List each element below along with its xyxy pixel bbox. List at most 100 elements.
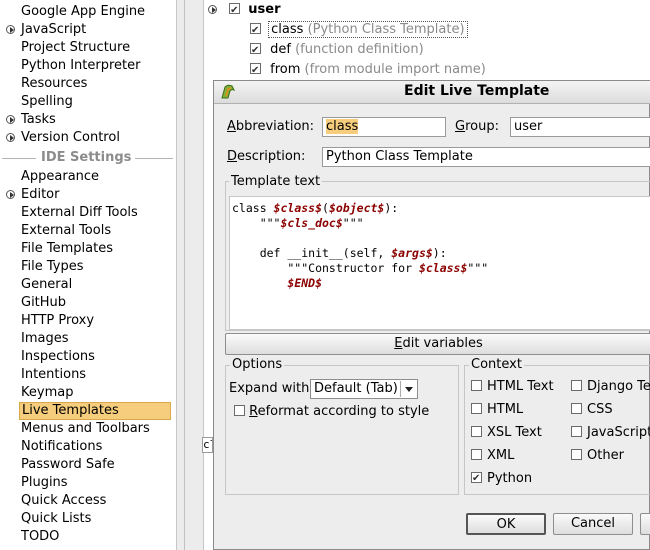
- abbreviation-field[interactable]: class: [322, 117, 446, 137]
- sidebar-item-appearance[interactable]: Appearance: [21, 168, 99, 186]
- context-option-python[interactable]: Python: [471, 470, 532, 488]
- expand-with-select[interactable]: Default (Tab): [310, 379, 418, 399]
- sidebar-item-editor[interactable]: Editor: [21, 186, 59, 204]
- sidebar-item-version-control[interactable]: Version Control: [21, 129, 120, 147]
- context-label: HTML Text: [487, 379, 554, 394]
- reformat-option[interactable]: Reformat according to style: [234, 404, 429, 419]
- chevron-down-icon[interactable]: [400, 381, 416, 397]
- cancel-button[interactable]: Cancel: [553, 513, 633, 535]
- expand-with-label: Expand with: [229, 381, 310, 396]
- context-label: Other: [587, 448, 624, 463]
- sidebar-item-plugins[interactable]: Plugins: [21, 474, 68, 492]
- ok-button[interactable]: OK: [466, 513, 546, 535]
- context-checkbox[interactable]: [571, 403, 582, 414]
- template-text-group: Template text class $class$($object$): "…: [225, 174, 650, 331]
- expand-icon[interactable]: [6, 133, 15, 142]
- context-checkbox[interactable]: [471, 470, 482, 488]
- expand-icon[interactable]: [6, 25, 15, 34]
- context-checkbox[interactable]: [571, 449, 582, 460]
- context-option-xsl-text[interactable]: XSL Text: [471, 424, 542, 442]
- sidebar-item-external-diff-tools[interactable]: External Diff Tools: [21, 204, 138, 222]
- context-title: Context: [469, 357, 524, 373]
- context-option-javascript[interactable]: JavaScript: [571, 424, 650, 442]
- sidebar-item-quick-lists[interactable]: Quick Lists: [21, 510, 91, 528]
- sidebar-item-notifications[interactable]: Notifications: [21, 438, 102, 456]
- template-checkbox[interactable]: [250, 61, 261, 81]
- sidebar-item-keymap[interactable]: Keymap: [21, 384, 73, 402]
- context-option-django-te[interactable]: Django Te: [571, 378, 650, 396]
- sidebar-item-todo[interactable]: TODO: [21, 528, 59, 546]
- sidebar-item-menus-and-toolbars[interactable]: Menus and Toolbars: [21, 420, 150, 438]
- sidebar-item-spelling[interactable]: Spelling: [21, 93, 73, 111]
- context-checkbox[interactable]: [571, 380, 582, 391]
- tree-template-row[interactable]: from (from module import name): [250, 60, 486, 81]
- tree-template-row[interactable]: def (function definition): [250, 40, 424, 61]
- context-checkbox[interactable]: [471, 380, 482, 391]
- tree-group-label: user: [248, 2, 281, 17]
- template-text-editor[interactable]: class $class$($object$): """$cls_doc$"""…: [229, 196, 650, 330]
- sidebar-item-resources[interactable]: Resources: [21, 75, 87, 93]
- tree-group-row[interactable]: user: [208, 0, 281, 21]
- context-option-css[interactable]: CSS: [571, 401, 613, 419]
- group-field[interactable]: user: [510, 117, 650, 137]
- context-label: CSS: [587, 402, 613, 417]
- expand-icon[interactable]: [6, 115, 15, 124]
- sidebar-item-quick-access[interactable]: Quick Access: [21, 492, 106, 510]
- sidebar-item-file-types[interactable]: File Types: [21, 258, 84, 276]
- section-divider: [2, 158, 36, 159]
- splitter[interactable]: [176, 0, 204, 550]
- description-field[interactable]: Python Class Template: [322, 147, 650, 167]
- context-option-other[interactable]: Other: [571, 447, 624, 465]
- context-label: Django Te: [587, 379, 650, 394]
- template-abbr: def: [270, 42, 291, 57]
- sidebar-item-password-safe[interactable]: Password Safe: [21, 456, 115, 474]
- template-desc: (function definition): [295, 42, 424, 57]
- sidebar-item-python-interpreter[interactable]: Python Interpreter: [21, 57, 140, 75]
- group-checkbox[interactable]: [229, 1, 241, 21]
- context-label: HTML: [487, 402, 524, 417]
- sidebar-item-project-structure[interactable]: Project Structure: [21, 39, 130, 57]
- sidebar-item-google-app-engine[interactable]: Google App Engine: [21, 3, 145, 21]
- edit-variables-button[interactable]: Edit variables: [225, 333, 650, 355]
- template-checkbox[interactable]: [250, 41, 261, 61]
- abbreviation-label: Abbreviation:: [227, 119, 315, 134]
- sidebar-item-general[interactable]: General: [21, 276, 72, 294]
- template-abbr: class: [271, 22, 304, 37]
- reformat-checkbox[interactable]: [234, 405, 245, 416]
- sidebar-item-github[interactable]: GitHub: [21, 294, 66, 312]
- editor-stub: cl: [202, 437, 213, 453]
- section-header-label: IDE Settings: [41, 150, 132, 165]
- context-checkbox[interactable]: [571, 426, 582, 437]
- sidebar-item-external-tools[interactable]: External Tools: [21, 222, 111, 240]
- sidebar-item-live-templates[interactable]: Live Templates: [19, 402, 171, 420]
- sidebar-item-intentions[interactable]: Intentions: [21, 366, 86, 384]
- group-label: Group:: [455, 119, 499, 134]
- context-option-xml[interactable]: XML: [471, 447, 514, 465]
- context-label: XSL Text: [487, 425, 542, 440]
- context-checkbox[interactable]: [471, 403, 482, 414]
- template-checkbox[interactable]: [250, 21, 261, 41]
- sidebar-item-http-proxy[interactable]: HTTP Proxy: [21, 312, 94, 330]
- sidebar-item-images[interactable]: Images: [21, 330, 69, 348]
- settings-sidebar: Google App Engine JavaScript Project Struc…: [0, 0, 176, 550]
- sidebar-item-tasks[interactable]: Tasks: [21, 111, 56, 129]
- expand-icon[interactable]: [6, 190, 15, 199]
- template-desc: (from module import name): [304, 62, 486, 77]
- help-button[interactable]: [640, 513, 650, 535]
- ide-settings-section-header: IDE Settings: [0, 150, 176, 166]
- template-abbr: from: [270, 62, 301, 77]
- sidebar-item-javascript[interactable]: JavaScript: [21, 21, 86, 39]
- tree-guide-line: [184, 0, 185, 550]
- context-label: JavaScript: [587, 425, 650, 440]
- context-option-html-text[interactable]: HTML Text: [471, 378, 554, 396]
- dialog-titlebar[interactable]: Edit Live Template: [214, 81, 650, 104]
- expand-icon[interactable]: [208, 5, 217, 14]
- sidebar-item-inspections[interactable]: Inspections: [21, 348, 95, 366]
- sidebar-item-file-templates[interactable]: File Templates: [21, 240, 113, 258]
- context-option-html[interactable]: HTML: [471, 401, 523, 419]
- options-title: Options: [230, 357, 285, 373]
- context-checkbox[interactable]: [471, 449, 482, 460]
- context-checkbox[interactable]: [471, 426, 482, 437]
- section-divider: [135, 158, 173, 159]
- tree-template-row[interactable]: class (Python Class Template): [250, 20, 468, 41]
